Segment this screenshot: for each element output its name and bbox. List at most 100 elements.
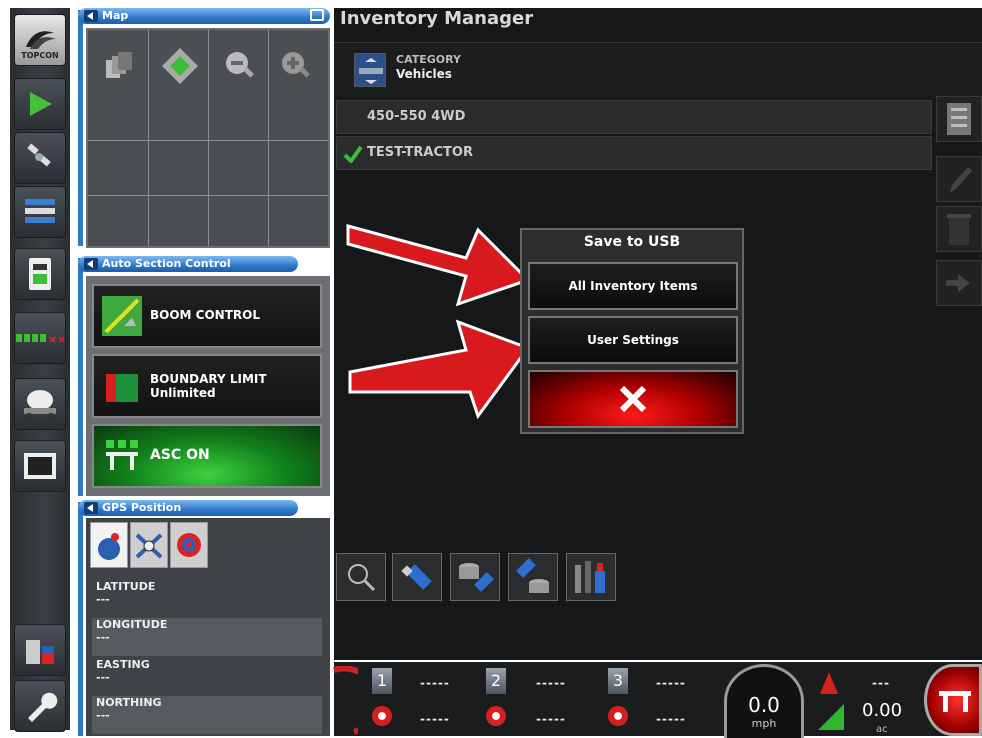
map-panel-title: Map bbox=[102, 9, 129, 22]
disk-to-usb-icon bbox=[459, 563, 494, 592]
topcon-logo-icon: TOPCON bbox=[14, 14, 66, 66]
boundary-limit-value: Unlimited bbox=[150, 386, 216, 400]
cancel-button[interactable] bbox=[528, 370, 738, 428]
collapse-arrow-icon bbox=[84, 10, 98, 22]
asc-on-label: ASC ON bbox=[150, 447, 210, 463]
heading-arrow-icon bbox=[820, 672, 838, 694]
rail-run-button[interactable] bbox=[14, 78, 66, 130]
speedometer[interactable]: 0.0 mph bbox=[724, 664, 804, 738]
gps-tab-target[interactable] bbox=[170, 522, 208, 568]
usb-download-button[interactable] bbox=[450, 553, 500, 601]
gps-row-northing: NORTHING --- bbox=[92, 696, 322, 734]
boundary-limit-button[interactable]: BOUNDARY LIMIT Unlimited bbox=[92, 354, 322, 418]
edit-button[interactable] bbox=[936, 156, 982, 202]
asc-panel-title: Auto Section Control bbox=[102, 257, 231, 270]
zoom-in-icon[interactable] bbox=[278, 48, 314, 84]
asc-sprayer-icon bbox=[106, 440, 138, 470]
trash-icon bbox=[947, 214, 971, 245]
usb-bin-icon bbox=[26, 640, 54, 664]
asc-toggle-button[interactable]: ASC ON bbox=[92, 424, 322, 488]
rail-satellite-button[interactable] bbox=[14, 132, 66, 184]
import-button[interactable] bbox=[936, 260, 982, 306]
save-user-settings-button[interactable]: User Settings bbox=[528, 316, 738, 364]
asc-panel: BOOM CONTROL BOUNDARY LIMIT Unlimited AS… bbox=[86, 276, 330, 496]
speed-value: 0.0 bbox=[748, 693, 780, 717]
gps-label: EASTING bbox=[96, 658, 150, 671]
target-icon bbox=[177, 533, 201, 557]
list-view-icon bbox=[947, 103, 971, 135]
save-all-inventory-label: All Inventory Items bbox=[568, 279, 698, 293]
crosshair-icon bbox=[135, 533, 163, 559]
rail-console-button[interactable] bbox=[14, 248, 66, 300]
search-button[interactable] bbox=[336, 553, 386, 601]
usb-export-button[interactable] bbox=[392, 553, 442, 601]
gear-icon bbox=[372, 706, 392, 726]
page-title: Inventory Manager bbox=[340, 8, 534, 29]
gps-value: --- bbox=[96, 671, 110, 684]
gps-value: --- bbox=[96, 631, 110, 644]
usb-upload-button[interactable] bbox=[508, 553, 558, 601]
delete-button[interactable] bbox=[936, 206, 982, 252]
gps-tab-correction[interactable] bbox=[130, 522, 168, 568]
svg-text:××: ×× bbox=[48, 333, 64, 345]
gps-label: LATITUDE bbox=[96, 580, 156, 593]
rail-usb-button[interactable] bbox=[14, 624, 66, 676]
rail-video-button[interactable] bbox=[14, 440, 66, 492]
section-1-badge: 1 bbox=[372, 668, 392, 694]
boundary-limit-label: BOUNDARY LIMIT bbox=[150, 372, 267, 386]
sprayer-master-icon bbox=[939, 691, 971, 712]
center-map-icon[interactable] bbox=[160, 46, 200, 86]
map-panel-header[interactable]: Map bbox=[78, 8, 330, 24]
rail-implement-button[interactable] bbox=[14, 378, 66, 430]
search-icon bbox=[348, 564, 376, 592]
save-all-inventory-button[interactable]: All Inventory Items bbox=[528, 262, 738, 310]
gps-row-longitude: LONGITUDE --- bbox=[92, 618, 322, 656]
rail-settings-button[interactable] bbox=[14, 680, 66, 732]
bars-icon bbox=[25, 199, 55, 223]
gear-icon bbox=[486, 706, 506, 726]
gps-panel-title: GPS Position bbox=[102, 501, 182, 514]
pencil-icon bbox=[950, 167, 972, 193]
gps-row-easting: EASTING --- bbox=[92, 658, 322, 696]
inventory-row[interactable]: 450-550 4WD bbox=[336, 100, 932, 134]
annotation-arrow-icon bbox=[346, 224, 531, 306]
master-switch-button[interactable] bbox=[924, 664, 982, 736]
speed-unit: mph bbox=[751, 717, 777, 730]
gps-value: --- bbox=[96, 593, 110, 606]
gps-row-latitude: LATITUDE --- bbox=[92, 580, 322, 618]
gps-label: NORTHING bbox=[96, 696, 162, 709]
section-2-top-value: ----- bbox=[536, 676, 566, 690]
transfer-tools-button[interactable] bbox=[566, 553, 616, 601]
section-2-bottom-value: ----- bbox=[536, 712, 566, 726]
import-arrow-icon bbox=[946, 274, 970, 292]
boom-control-button[interactable]: BOOM CONTROL bbox=[92, 284, 322, 348]
section-3-top-value: ----- bbox=[656, 676, 686, 690]
area-value: 0.00 bbox=[862, 700, 903, 721]
gear-icon bbox=[608, 706, 628, 726]
collapse-arrow-icon bbox=[84, 258, 98, 270]
inventory-item-name: 450-550 4WD bbox=[367, 109, 466, 124]
film-icon bbox=[24, 453, 56, 479]
gps-tab-satellite[interactable] bbox=[90, 522, 128, 568]
map-view[interactable] bbox=[86, 28, 330, 248]
zoom-out-icon[interactable] bbox=[222, 48, 258, 84]
inventory-row-selected[interactable]: TEST-TRACTOR bbox=[336, 136, 932, 170]
gps-label: LONGITUDE bbox=[96, 618, 168, 631]
dialog-title: Save to USB bbox=[583, 234, 681, 250]
usb-to-disk-icon bbox=[516, 558, 549, 593]
category-selector[interactable]: CATEGORY Vehicles bbox=[334, 42, 982, 96]
tools-transfer-icon bbox=[575, 561, 605, 593]
boundary-limit-icon bbox=[106, 374, 138, 402]
rail-sections-button[interactable]: ×× bbox=[14, 312, 66, 364]
layers-icon[interactable] bbox=[102, 50, 138, 86]
category-value: Vehicles bbox=[396, 67, 452, 81]
collapse-arrow-icon bbox=[84, 502, 98, 514]
tablet-icon bbox=[29, 258, 51, 290]
save-user-settings-label: User Settings bbox=[587, 333, 679, 347]
category-list-icon bbox=[354, 53, 386, 87]
gps-panel-header[interactable]: GPS Position bbox=[78, 500, 298, 516]
rail-layout-button[interactable] bbox=[14, 186, 66, 238]
list-view-button[interactable] bbox=[936, 96, 982, 142]
gps-panel-accent bbox=[78, 502, 83, 736]
asc-panel-header[interactable]: Auto Section Control bbox=[78, 256, 298, 272]
